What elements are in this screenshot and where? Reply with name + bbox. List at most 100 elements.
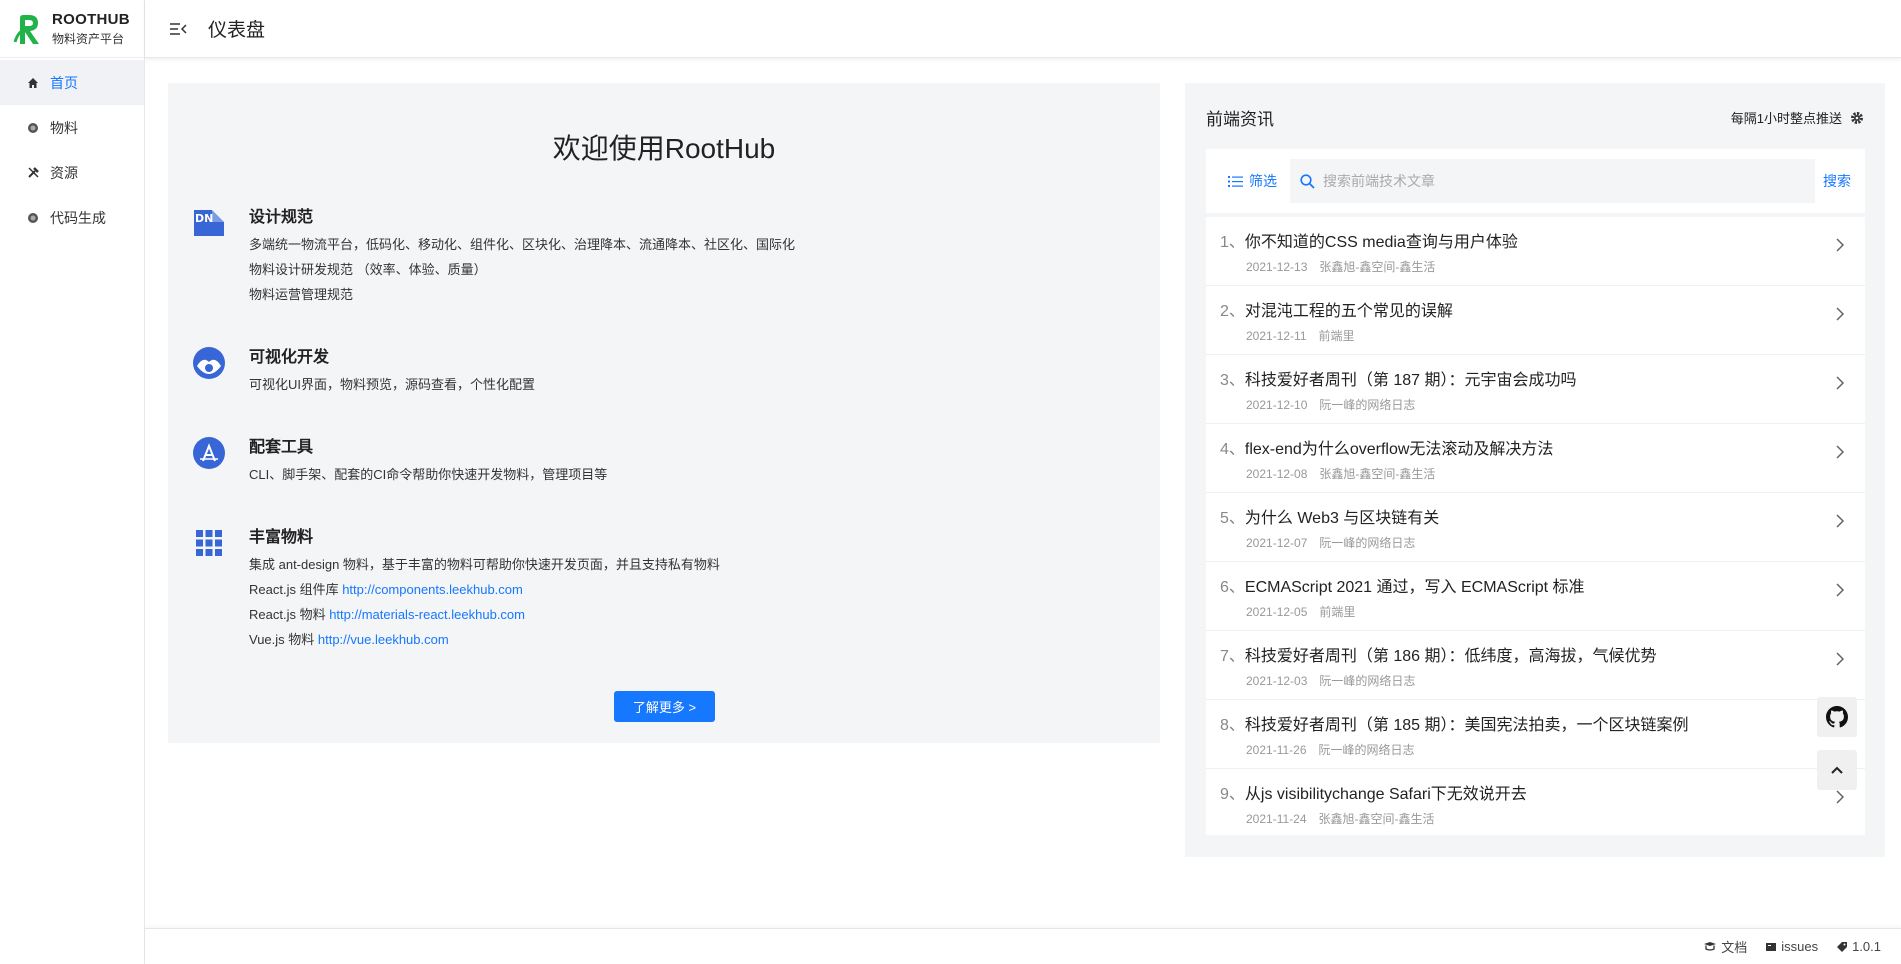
issues-icon — [1766, 942, 1777, 951]
search-icon — [1300, 173, 1315, 189]
sidebar-menu: 首页 物料 资源 代码生成 — [0, 58, 144, 240]
vue-link[interactable]: http://vue.leekhub.com — [318, 632, 449, 647]
news-source: 前端里 — [1319, 605, 1356, 619]
sidebar-item-home[interactable]: 首页 — [0, 60, 144, 105]
github-button[interactable] — [1817, 697, 1857, 737]
news-source: 阮一峰的网络日志 — [1318, 743, 1415, 757]
news-item-title: 科技爱好者周刊（第 185 期）：美国宪法拍卖，一个区块链案例 — [1244, 717, 1689, 734]
docs-link[interactable]: 文档 — [1703, 937, 1747, 956]
news-item-title: 科技爱好者周刊（第 186 期）：低纬度，高海拔，气候优势 — [1244, 648, 1657, 665]
news-item[interactable]: 6、ECMAScript 2021 通过，写入 ECMAScript 标准 20… — [1206, 562, 1865, 631]
back-to-top-button[interactable] — [1817, 750, 1857, 790]
link-prefix: React.js 组件库 — [249, 582, 343, 597]
news-source: 阮一峰的网络日志 — [1319, 674, 1416, 688]
news-source: 阮一峰的网络日志 — [1319, 536, 1416, 550]
news-item[interactable]: 1、你不知道的CSS media查询与用户体验 2021-12-13 张鑫旭-鑫空… — [1206, 217, 1865, 286]
news-title: 前端资讯 — [1206, 110, 1274, 129]
news-item-title: 你不知道的CSS media查询与用户体验 — [1244, 234, 1518, 251]
sidebar-item-codegen[interactable]: 代码生成 — [0, 195, 144, 240]
list-icon — [1228, 175, 1243, 187]
news-date: 2021-11-26 — [1246, 743, 1307, 757]
issues-link[interactable]: issues — [1765, 939, 1818, 954]
search-input[interactable] — [1323, 173, 1803, 189]
menu-fold-button[interactable] — [167, 18, 189, 40]
news-index: 7、 — [1220, 648, 1245, 665]
news-item[interactable]: 2、对混沌工程的五个常见的误解 2021-12-11 前端里 — [1206, 286, 1865, 355]
news-date: 2021-12-03 — [1246, 674, 1308, 688]
news-card: 前端资讯 每隔1小时整点推送 筛选 搜索前端技术文章 搜索 1、你不知道的CSS… — [1185, 83, 1885, 857]
news-index: 3、 — [1220, 372, 1245, 389]
link-prefix: Vue.js 物料 — [249, 632, 318, 647]
chevron-right-icon — [1836, 238, 1845, 252]
news-index: 5、 — [1220, 510, 1245, 527]
news-item-title: ECMAScript 2021 通过，写入 ECMAScript 标准 — [1244, 579, 1585, 596]
feature-tools: 配套工具 CLI、脚手架、配套的CI命令帮助你快速开发物料，管理项目等 — [192, 433, 607, 487]
sidebar-item-label: 物料 — [50, 119, 78, 136]
news-source: 张鑫旭-鑫空间-鑫生活 — [1319, 260, 1436, 274]
news-item[interactable]: 3、科技爱好者周刊（第 187 期）：元宇宙会成功吗 2021-12-10 阮一峰… — [1206, 355, 1865, 424]
news-item[interactable]: 4、flex-end为什么overflow无法滚动及解决方法 2021-12-0… — [1206, 424, 1865, 493]
visual-dev-icon — [193, 347, 225, 379]
news-item[interactable]: 8、科技爱好者周刊（第 185 期）：美国宪法拍卖，一个区块链案例 2021-1… — [1206, 700, 1865, 769]
news-index: 8、 — [1220, 717, 1245, 734]
news-date: 2021-12-07 — [1246, 536, 1308, 550]
feature-link-row: React.js 物料 http://materials-react.leekh… — [249, 602, 720, 627]
news-source: 阮一峰的网络日志 — [1319, 398, 1416, 412]
sidebar-item-material[interactable]: 物料 — [0, 105, 144, 150]
components-link[interactable]: http://components.leekhub.com — [342, 582, 523, 597]
top-header: 仪表盘 — [145, 0, 1901, 58]
feature-line: 物料运营管理规范 — [249, 287, 354, 302]
feature-title: 配套工具 — [249, 439, 314, 456]
roothub-logo-icon — [13, 14, 39, 44]
welcome-card: 欢迎使用RootHub DN 设计规范 多端统一物流平台，低码化、移动化、组件化… — [168, 83, 1160, 743]
search-box — [1290, 159, 1815, 203]
news-date: 2021-12-05 — [1246, 605, 1308, 619]
feature-title: 丰富物料 — [249, 529, 314, 546]
news-item[interactable]: 9、从js visibilitychange Safari下无效说开去 2021… — [1206, 769, 1865, 835]
news-index: 2、 — [1220, 303, 1245, 320]
version-link[interactable]: 1.0.1 — [1836, 939, 1881, 954]
search-button[interactable]: 搜索 — [1823, 171, 1851, 191]
learn-more-button[interactable]: 了解更多 > — [614, 691, 715, 722]
news-date: 2021-12-13 — [1246, 260, 1308, 274]
docs-label: 文档 — [1721, 940, 1748, 955]
docs-icon — [1704, 941, 1717, 951]
materials-react-link[interactable]: http://materials-react.leekhub.com — [329, 607, 525, 622]
sidebar: ROOTHUB 物料资产平台 首页 物料 资源 代码生成 — [0, 0, 145, 964]
feature-line: 可视化UI界面，物料预览，源码查看，个性化配置 — [249, 377, 536, 392]
feature-line: 多端统一物流平台，低码化、移动化、组件化、区块化、治理降本、流通降本、社区化、国… — [249, 237, 796, 252]
news-index: 4、 — [1220, 441, 1245, 458]
news-item-title: 对混沌工程的五个常见的误解 — [1244, 303, 1453, 320]
svg-text:DN: DN — [195, 212, 213, 225]
version-label: 1.0.1 — [1852, 939, 1881, 954]
feature-line: 集成 ant-design 物料，基于丰富的物料可帮助你快速开发页面，并且支持私… — [249, 557, 720, 572]
news-item-title: 科技爱好者周刊（第 187 期）：元宇宙会成功吗 — [1244, 372, 1577, 389]
menu-fold-icon — [170, 22, 187, 35]
news-source: 前端里 — [1318, 329, 1355, 343]
filter-button[interactable]: 筛选 — [1228, 171, 1277, 191]
app-name: ROOTHUB — [52, 10, 130, 28]
sidebar-item-label: 资源 — [50, 164, 78, 181]
push-setting[interactable]: 每隔1小时整点推送 — [1731, 108, 1864, 127]
logo[interactable]: ROOTHUB 物料资产平台 — [0, 0, 144, 58]
grid-icon — [196, 530, 222, 556]
page-title: 仪表盘 — [208, 20, 266, 41]
feature-title: 设计规范 — [249, 209, 314, 226]
feature-link-row: Vue.js 物料 http://vue.leekhub.com — [249, 627, 720, 652]
news-date: 2021-11-24 — [1246, 812, 1307, 826]
sidebar-item-label: 首页 — [50, 74, 78, 91]
chevron-right-icon — [1836, 790, 1845, 804]
news-source: 张鑫旭-鑫空间-鑫生活 — [1318, 812, 1435, 826]
link-prefix: React.js 物料 — [249, 607, 330, 622]
gear-icon[interactable] — [1850, 111, 1864, 125]
news-item-title: 为什么 Web3 与区块链有关 — [1244, 510, 1440, 527]
news-item[interactable]: 7、科技爱好者周刊（第 186 期）：低纬度，高海拔，气候优势 2021-12-… — [1206, 631, 1865, 700]
news-item[interactable]: 5、为什么 Web3 与区块链有关 2021-12-07 阮一峰的网络日志 — [1206, 493, 1865, 562]
news-index: 1、 — [1220, 234, 1245, 251]
search-bar: 筛选 搜索 — [1206, 149, 1865, 213]
news-index: 9、 — [1220, 786, 1245, 803]
feature-title: 可视化开发 — [249, 349, 330, 366]
push-label: 每隔1小时整点推送 — [1730, 111, 1842, 126]
chevron-right-icon — [1836, 514, 1845, 528]
sidebar-item-resource[interactable]: 资源 — [0, 150, 144, 195]
